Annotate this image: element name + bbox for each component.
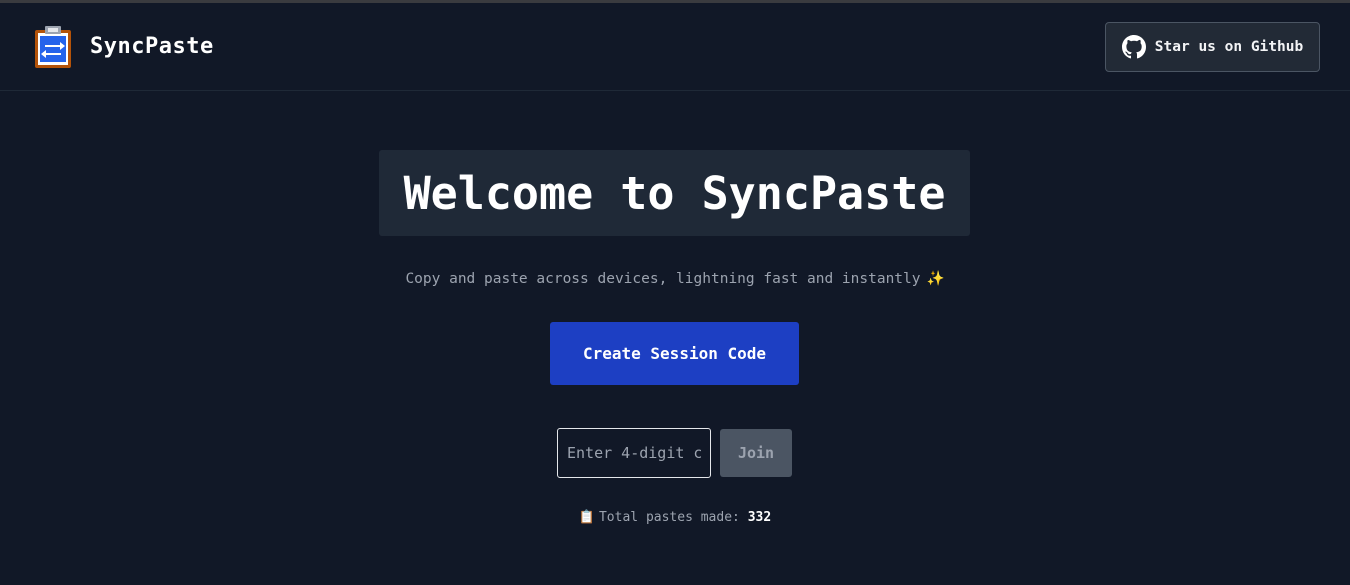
github-icon — [1121, 35, 1146, 59]
create-session-code-button[interactable]: Create Session Code — [550, 322, 799, 385]
subtitle: Copy and paste across devices, lightning… — [0, 268, 1350, 290]
brand-name[interactable]: SyncPaste — [90, 32, 214, 62]
clipboard-icon: 📋 — [578, 510, 595, 525]
page-title: Welcome to SyncPaste — [403, 166, 946, 220]
join-button[interactable]: Join — [720, 429, 792, 477]
github-button-label: Star us on Github — [1154, 39, 1304, 55]
stat-label: Total pastes made: — [598, 510, 740, 525]
stat-count: 332 — [747, 510, 772, 525]
hero-title-box: Welcome to SyncPaste — [379, 150, 970, 236]
session-code-input[interactable] — [557, 428, 711, 478]
subtitle-text: Copy and paste across devices, lightning… — [405, 271, 921, 287]
clipboard-sync-icon — [35, 26, 71, 68]
navbar: SyncPaste Star us on Github — [0, 3, 1350, 91]
sparkle-icon: ✨ — [926, 271, 945, 287]
star-on-github-button[interactable]: Star us on Github — [1105, 22, 1320, 72]
total-pastes-stat: 📋 Total pastes made: 332 — [0, 508, 1350, 528]
